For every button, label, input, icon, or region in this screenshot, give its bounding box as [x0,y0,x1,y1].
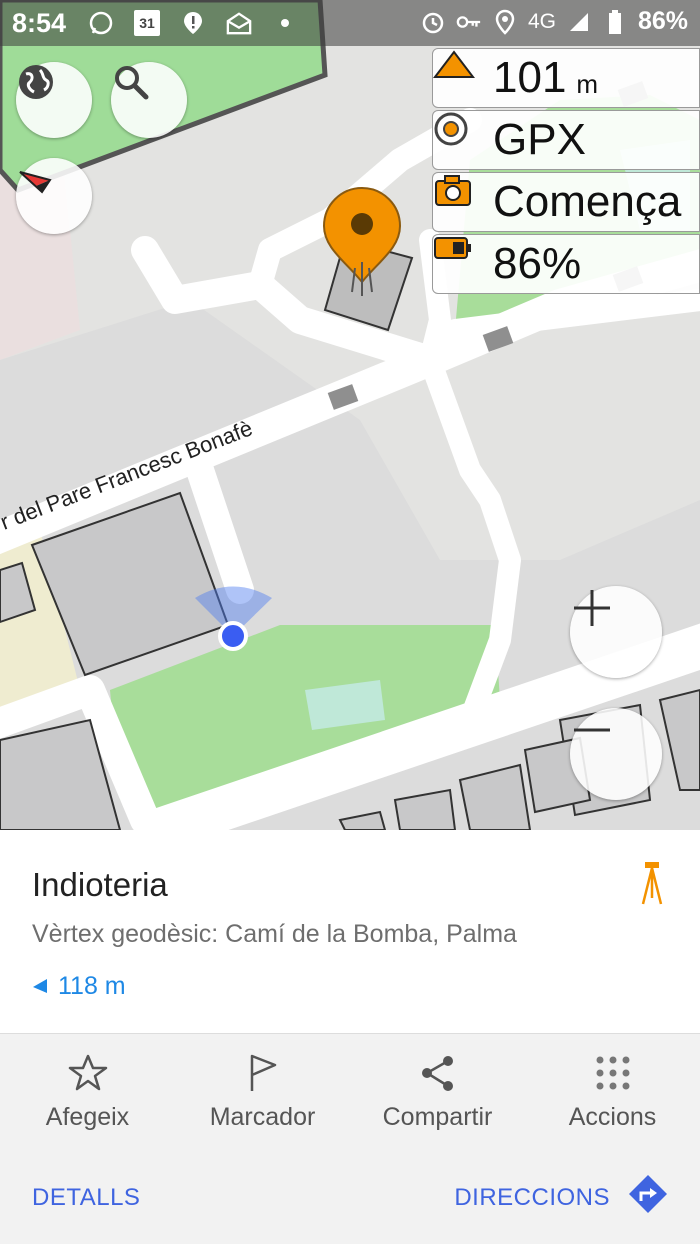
poi-context-sheet: Indioteria Vèrtex geodèsic: Camí de la B… [0,830,700,1244]
more-actions-button[interactable]: Accions [525,1034,700,1151]
gpx-widget[interactable]: GPX [432,110,700,170]
marker-button[interactable]: Marcador [175,1034,350,1151]
poi-subtitle: Vèrtex geodèsic: Camí de la Bomba, Palma [32,920,517,948]
dot-icon [272,10,298,36]
details-button[interactable]: DETALLS [32,1184,140,1212]
zoom-out-button[interactable] [570,708,662,800]
add-favourite-label: Afegeix [45,1103,130,1131]
mail-open-icon [226,10,252,36]
share-icon [418,1053,458,1093]
status-time: 8:54 [12,8,67,38]
battery-percent: 86% [637,7,688,35]
camera-icon [435,175,483,224]
altitude-widget[interactable]: 101 m [432,48,700,108]
battery-value: 86% [493,239,582,288]
calendar-icon: 31 [134,10,160,36]
map-layers-button[interactable] [16,62,92,138]
dots-grid-icon [594,1053,632,1093]
poi-title: Indioteria [32,866,168,903]
compass-button[interactable] [16,158,92,234]
share-label: Compartir [382,1103,493,1131]
flag-icon [247,1053,279,1093]
action-bar: Afegeix Marcador Compartir Accions [0,1033,700,1152]
network-type: 4G [527,9,556,33]
sheet-footer: DETALLS DIRECCIONS [0,1150,700,1244]
more-actions-label: Accions [568,1103,657,1131]
notification-icons: 31 [88,10,298,36]
direction-arrow-icon [32,972,48,1001]
gpx-record-icon [434,112,483,162]
directions-label: DIRECCIONS [454,1183,610,1211]
vpn-key-icon [456,9,482,35]
survey-tripod-icon [640,860,664,911]
star-icon [68,1053,108,1093]
alarm-icon [420,9,446,35]
battery-widget[interactable]: 86% [432,234,700,294]
current-location-dot [218,621,248,651]
add-favourite-button[interactable]: Afegeix [0,1034,175,1151]
system-icons: 4G 86% [420,7,688,36]
map-view[interactable]: r del Pare Francesc Bonafè 101 m GPX Com… [0,0,700,830]
directions-button[interactable]: DIRECCIONS [454,1174,668,1221]
altitude-value: 101 [493,53,567,102]
battery-icon [602,9,628,35]
gpx-label: GPX [493,115,586,164]
poi-distance: 118 m [32,972,126,1001]
altitude-unit: m [576,68,599,99]
altitude-icon [433,50,483,100]
camera-widget[interactable]: Comença [432,172,700,232]
location-icon [492,9,518,35]
alert-icon [180,10,206,36]
status-bar: 8:54 31 4G 86% [0,0,700,46]
marker-label: Marcador [209,1103,316,1131]
camera-label: Comença [493,177,682,226]
poi-distance-value: 118 m [58,972,126,1000]
search-button[interactable] [111,62,187,138]
battery-widget-icon [434,237,483,286]
directions-icon [628,1174,668,1221]
share-button[interactable]: Compartir [350,1034,525,1151]
signal-icon [566,9,592,35]
whatsapp-icon [88,10,114,36]
zoom-in-button[interactable] [570,586,662,678]
